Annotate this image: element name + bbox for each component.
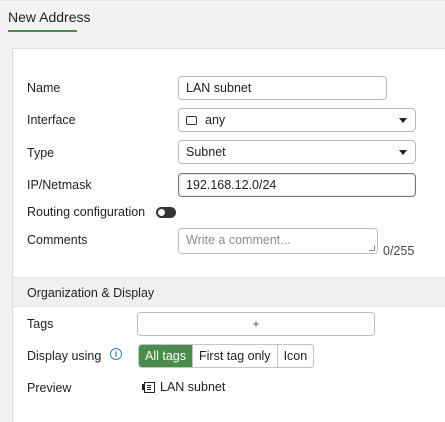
display-icon-button[interactable]: Icon: [278, 345, 314, 367]
interface-select[interactable]: any: [178, 108, 416, 132]
preview-value: LAN subnet: [142, 380, 226, 394]
display-using-label: Display using: [27, 349, 102, 363]
comments-placeholder: Write a comment...: [186, 233, 291, 247]
add-icon: +: [252, 317, 260, 331]
comments-textarea[interactable]: Write a comment...: [178, 228, 378, 254]
interface-value: any: [205, 113, 226, 127]
toggle-knob: [158, 209, 165, 216]
interface-label: Interface: [27, 113, 76, 127]
page-title: New Address: [8, 9, 91, 25]
display-using-segmented-control: All tags First tag only Icon: [138, 344, 315, 368]
address-object-icon: [142, 381, 155, 393]
name-value: LAN subnet: [186, 81, 252, 95]
display-all-tags-button[interactable]: All tags: [139, 345, 193, 367]
preview-label: Preview: [27, 381, 72, 395]
comments-label: Comments: [27, 233, 88, 247]
section-title: Organization & Display: [27, 286, 155, 300]
chevron-down-icon: [399, 150, 407, 155]
comment-char-counter: 0/255: [383, 244, 415, 258]
chevron-down-icon: [399, 118, 407, 123]
top-bar: New Address: [0, 0, 445, 34]
info-icon[interactable]: i: [110, 348, 122, 360]
routing-label: Routing configuration: [27, 205, 146, 219]
title-underline: [8, 30, 77, 32]
name-input[interactable]: LAN subnet: [178, 76, 387, 100]
routing-toggle[interactable]: [156, 207, 176, 218]
name-label: Name: [27, 81, 61, 95]
ip-netmask-value: 192.168.12.0/24: [186, 178, 277, 192]
tags-add-field[interactable]: +: [137, 312, 375, 336]
preview-text: LAN subnet: [160, 380, 226, 394]
ip-netmask-label: IP/Netmask: [27, 178, 92, 192]
interface-port-icon: [186, 115, 197, 125]
resize-grip-icon[interactable]: [369, 245, 375, 251]
type-label: Type: [27, 146, 55, 160]
ip-netmask-input[interactable]: 192.168.12.0/24: [178, 173, 416, 197]
tags-label: Tags: [27, 317, 54, 331]
display-first-tag-only-button[interactable]: First tag only: [193, 345, 278, 367]
section-header: Organization & Display: [13, 277, 445, 307]
type-value: Subnet: [186, 145, 226, 159]
type-select[interactable]: Subnet: [178, 140, 416, 164]
